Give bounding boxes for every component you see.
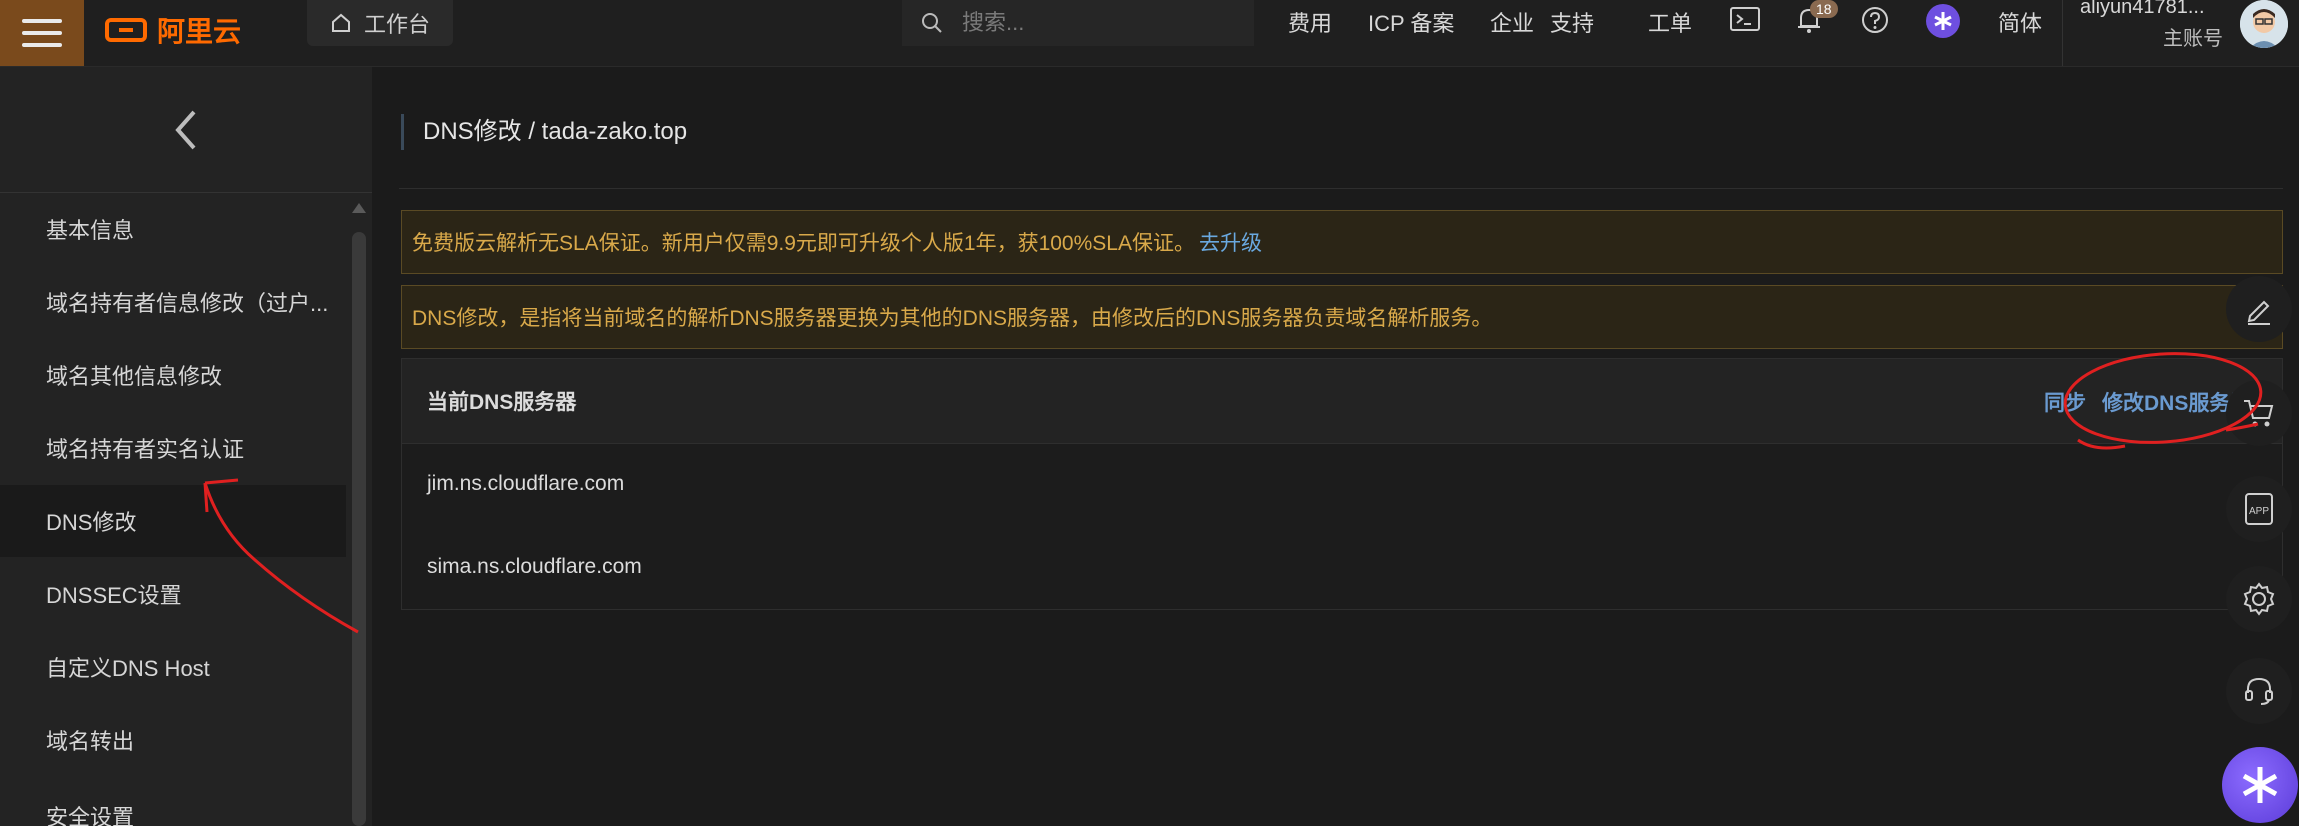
workbench-button[interactable]: 工作台 xyxy=(307,0,453,46)
cart-button[interactable] xyxy=(2226,380,2292,446)
headset-icon xyxy=(2245,677,2273,705)
sla-notice-text: 免费版云解析无SLA保证。新用户仅需9.9元即可升级个人版1年，获100%SLA… xyxy=(412,232,1195,255)
nav-link-icp[interactable]: ICP 备案 xyxy=(1368,6,1454,38)
sidebar-item-other-info[interactable]: 域名其他信息修改 xyxy=(0,339,346,411)
sidebar-item-security[interactable]: 安全设置 xyxy=(0,777,346,826)
nav-link-enterprise[interactable]: 企业 xyxy=(1490,6,1534,38)
sidebar-item-transfer[interactable]: 域名转出 xyxy=(0,704,346,776)
top-navigation-bar: 阿里云 工作台 费用 ICP 备案 企业 xyxy=(0,0,2299,67)
nav-link-billing[interactable]: 费用 xyxy=(1288,6,1332,38)
aliyun-logo-icon xyxy=(105,18,147,42)
sidebar-item-dns[interactable]: DNS修改 xyxy=(0,485,346,557)
sidebar-item-label: 基本信息 xyxy=(46,218,135,243)
dns-server-row: jim.ns.cloudflare.com xyxy=(427,472,625,495)
language-switch[interactable]: 简体 xyxy=(1998,6,2042,38)
search-icon xyxy=(922,13,942,33)
dns-server-card: 当前DNS服务器 同步 修改DNS服务器 jim.ns.cloudflare.c… xyxy=(401,358,2283,610)
terminal-icon[interactable] xyxy=(1730,6,1760,32)
search-input[interactable] xyxy=(960,9,1214,37)
sla-notice: 免费版云解析无SLA保证。新用户仅需9.9元即可升级个人版1年，获100%SLA… xyxy=(401,210,2283,274)
sidebar-collapse-button[interactable] xyxy=(0,67,372,193)
header-divider xyxy=(399,188,2283,189)
dns-card-header: 当前DNS服务器 同步 修改DNS服务器 xyxy=(402,359,2282,444)
settings-icon xyxy=(2243,582,2275,616)
avatar-face-icon xyxy=(2240,0,2288,48)
sparkle-icon xyxy=(1934,12,1952,30)
app-icon: APP xyxy=(2245,493,2273,525)
sidebar-item-basic-info[interactable]: 基本信息 xyxy=(0,193,346,265)
sidebar-item-label: 域名持有者实名认证 xyxy=(46,437,245,462)
breadcrumb: DNS修改 / tada-zako.top xyxy=(401,114,687,150)
user-name[interactable]: aliyun41781... xyxy=(2080,0,2205,19)
chevron-left-icon xyxy=(175,110,196,149)
account-type: 主账号 xyxy=(2163,28,2223,50)
modify-dns-button[interactable]: 修改DNS服务器 xyxy=(2102,387,2242,417)
help-icon[interactable] xyxy=(1860,5,1890,35)
notification-count-badge: 18 xyxy=(1810,0,1838,18)
sidebar: 基本信息 域名持有者信息修改（过户... 域名其他信息修改 域名持有者实名认证 … xyxy=(0,67,372,826)
hamburger-icon xyxy=(22,19,62,47)
menu-button[interactable] xyxy=(0,0,84,66)
edit-icon xyxy=(2247,300,2270,325)
dns-card-title: 当前DNS服务器 xyxy=(427,391,577,414)
topbar-divider xyxy=(2062,0,2063,66)
sync-button[interactable]: 同步 xyxy=(2044,387,2086,417)
sidebar-item-label: 安全设置 xyxy=(46,805,135,826)
svg-text:APP: APP xyxy=(2249,506,2269,517)
brand-logo[interactable]: 阿里云 xyxy=(105,8,241,52)
cart-icon xyxy=(2244,400,2274,427)
sidebar-item-label: 域名转出 xyxy=(46,729,135,754)
ai-assistant-button[interactable] xyxy=(2222,747,2298,823)
scroll-up-arrow[interactable] xyxy=(352,203,366,213)
sidebar-item-realname[interactable]: 域名持有者实名认证 xyxy=(0,412,346,484)
edit-button[interactable] xyxy=(2226,276,2292,342)
sidebar-item-holder-info[interactable]: 域名持有者信息修改（过户... xyxy=(0,266,346,338)
support-button[interactable] xyxy=(2226,658,2292,724)
nav-link-ticket[interactable]: 工单 xyxy=(1648,6,1692,38)
sidebar-item-label: 自定义DNS Host xyxy=(46,656,210,681)
sidebar-item-label: DNS修改 xyxy=(46,510,137,535)
sidebar-item-dnssec[interactable]: DNSSEC设置 xyxy=(0,558,346,630)
dns-notice: DNS修改，是指将当前域名的解析DNS服务器更换为其他的DNS服务器，由修改后的… xyxy=(401,285,2283,349)
app-button[interactable]: APP xyxy=(2226,476,2292,542)
nav-link-support[interactable]: 支持 xyxy=(1550,6,1594,38)
ai-assistant-top-icon[interactable] xyxy=(1926,4,1960,38)
sidebar-item-label: 域名持有者信息修改（过户... xyxy=(46,291,329,316)
home-icon xyxy=(331,13,350,32)
dns-server-row: sima.ns.cloudflare.com xyxy=(427,555,642,578)
avatar[interactable] xyxy=(2240,0,2288,48)
sidebar-item-dns-host[interactable]: 自定义DNS Host xyxy=(0,631,346,703)
workbench-label: 工作台 xyxy=(363,12,430,37)
sidebar-scrollbar[interactable] xyxy=(352,232,366,826)
search-box[interactable] xyxy=(902,0,1254,46)
upgrade-link[interactable]: 去升级 xyxy=(1199,227,1262,257)
sidebar-item-label: DNSSEC设置 xyxy=(46,583,182,608)
dns-notice-text: DNS修改，是指将当前域名的解析DNS服务器更换为其他的DNS服务器，由修改后的… xyxy=(412,307,1493,330)
ai-assistant-icon xyxy=(2242,767,2278,803)
settings-button[interactable] xyxy=(2226,566,2292,632)
sidebar-item-label: 域名其他信息修改 xyxy=(46,364,223,389)
brand-name: 阿里云 xyxy=(157,16,242,47)
